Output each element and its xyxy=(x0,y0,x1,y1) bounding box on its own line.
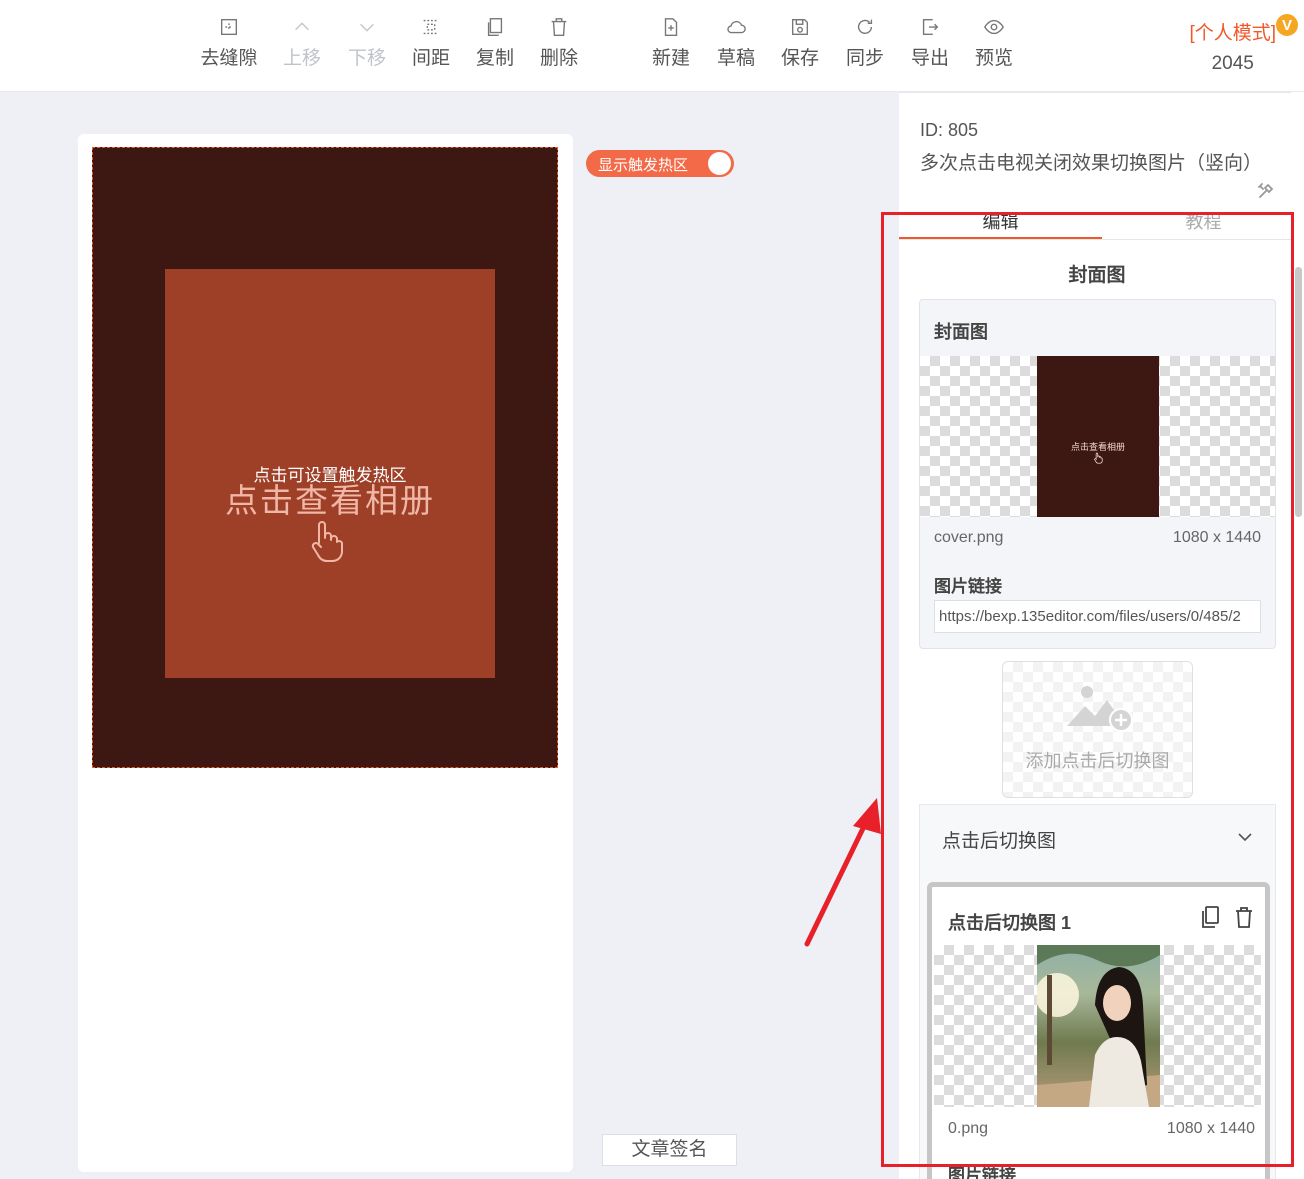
toolbar-label: 复制 xyxy=(475,48,514,69)
toolbar-label: 同步 xyxy=(845,48,884,69)
sync-icon xyxy=(857,19,873,34)
export-button[interactable]: 导出 xyxy=(898,16,962,70)
annotation-arrow-icon xyxy=(804,798,881,947)
copy-icon xyxy=(487,18,503,36)
toolbar-label: 下移 xyxy=(347,48,386,69)
item-title: 点击后切换图 1 xyxy=(948,913,1072,933)
mode-label: [个人模式] xyxy=(1189,23,1276,44)
item-file-size: 1080 x 1440 xyxy=(1166,1120,1255,1137)
group-title[interactable]: 点击后切换图 xyxy=(942,826,1056,853)
chevron-down-icon[interactable] xyxy=(1237,829,1253,845)
draft-button[interactable]: 草稿 xyxy=(704,16,768,70)
settings-panel: ID: 805 多次点击电视关闭效果切换图片（竖向） 编辑 教程 封面图 封面图… xyxy=(899,92,1304,1179)
cover-file-size: 1080 x 1440 xyxy=(1172,529,1261,546)
spacing-icon xyxy=(423,19,439,35)
new-file-icon xyxy=(664,18,678,36)
toolbar-label: 新建 xyxy=(651,48,690,69)
toolbar-label: 间距 xyxy=(411,48,450,69)
item-url-label: 图片链接 xyxy=(948,1166,1016,1179)
cover-url-label: 图片链接 xyxy=(934,577,1002,596)
cover-thumbnail: 点击查看相册 xyxy=(1037,356,1159,517)
section-title: 封面图 xyxy=(1068,265,1126,286)
hotspot-hint: 点击可设置触发热区 xyxy=(253,466,407,485)
cover-card: 封面图 点击查看相册 cover.png 1080 x 1440 图片链接 ht… xyxy=(919,299,1276,649)
add-image-icon xyxy=(1067,686,1133,732)
export-icon xyxy=(922,18,939,36)
gap-remove-icon xyxy=(220,18,238,36)
switch-image-item: 点击后切换图 1 0.png 1080 x 1440 图片链接 xyxy=(927,882,1270,1179)
move-up-button[interactable]: 上移 xyxy=(270,16,334,70)
cover-image-preview[interactable]: 点击查看相册 xyxy=(920,356,1275,517)
toolbar-label: 导出 xyxy=(910,48,949,69)
toggle-knob xyxy=(708,152,731,175)
new-button[interactable]: 新建 xyxy=(639,16,703,70)
switch-images-group: 点击后切换图 点击后切换图 1 0.png 1080 x 1440 图片链接 xyxy=(919,804,1276,1179)
item-image-preview[interactable] xyxy=(934,945,1261,1107)
hand-pointer-icon xyxy=(1094,452,1103,464)
personal-mode-switch[interactable]: [个人模式] 2045 xyxy=(1189,18,1276,75)
item-photo xyxy=(1037,945,1160,1107)
move-down-button[interactable]: 下移 xyxy=(335,16,399,70)
cover-file-name: cover.png xyxy=(934,529,1004,546)
toolbar-label: 删除 xyxy=(539,48,578,69)
cloud-icon xyxy=(727,20,746,34)
template-id: ID: 805 xyxy=(920,120,979,140)
copy-button[interactable]: 复制 xyxy=(463,16,527,70)
photo-image xyxy=(1037,945,1160,1107)
toolbar-label: 保存 xyxy=(780,48,819,69)
tab-tutorial[interactable]: 教程 xyxy=(1102,208,1304,234)
tab-edit[interactable]: 编辑 xyxy=(899,208,1102,234)
preview-hotspot-area[interactable]: 点击查看相册 点击可设置触发热区 xyxy=(92,147,558,768)
save-icon xyxy=(791,18,809,36)
hand-pointer-icon xyxy=(311,521,343,562)
eye-icon xyxy=(984,19,1004,35)
mode-count: 2045 xyxy=(1211,53,1254,74)
add-button-label: 添加点击后切换图 xyxy=(1025,751,1170,771)
remove-gap-button[interactable]: 去缝隙 xyxy=(197,16,261,70)
item-file-name: 0.png xyxy=(948,1120,989,1137)
trash-icon[interactable] xyxy=(1233,905,1255,929)
panel-scrollbar[interactable] xyxy=(1295,267,1302,517)
spacing-button[interactable]: 间距 xyxy=(399,16,463,70)
cover-url-input[interactable]: https://bexp.135editor.com/files/users/0… xyxy=(934,600,1261,633)
trash-icon xyxy=(551,18,567,36)
active-tab-indicator xyxy=(899,237,1102,239)
add-switch-image-button[interactable]: 添加点击后切换图 xyxy=(1002,661,1193,798)
chevron-down-icon xyxy=(360,23,374,32)
template-name: 多次点击电视关闭效果切换图片（竖向） xyxy=(920,153,1263,174)
top-toolbar: 去缝隙 上移 下移 间距 复制 删除 新建 草稿 保存 同步 导出 预览 [个人… xyxy=(0,0,1304,92)
sync-button[interactable]: 同步 xyxy=(833,16,897,70)
preview-button[interactable]: 预览 xyxy=(962,16,1026,70)
copy-icon[interactable] xyxy=(1199,905,1221,929)
chevron-up-icon xyxy=(295,22,309,31)
hotspot-toggle-label: 显示触发热区 xyxy=(598,157,689,174)
cover-heading: 封面图 xyxy=(934,322,988,342)
save-button[interactable]: 保存 xyxy=(768,16,832,70)
toolbar-label: 草稿 xyxy=(716,48,755,69)
panel-tabs: 编辑 教程 xyxy=(899,196,1291,240)
hotspot-toggle[interactable]: 显示触发热区 xyxy=(586,150,734,177)
vip-badge-icon[interactable]: V xyxy=(1276,14,1298,36)
divider xyxy=(899,92,1291,93)
toolbar-label: 去缝隙 xyxy=(200,48,258,69)
toolbar-label: 上移 xyxy=(282,48,321,69)
delete-button[interactable]: 删除 xyxy=(527,16,591,70)
preview-panel: 点击查看相册 点击可设置触发热区 xyxy=(165,269,495,678)
toolbar-label: 预览 xyxy=(974,48,1013,69)
article-signature-button[interactable]: 文章签名 xyxy=(602,1134,737,1166)
